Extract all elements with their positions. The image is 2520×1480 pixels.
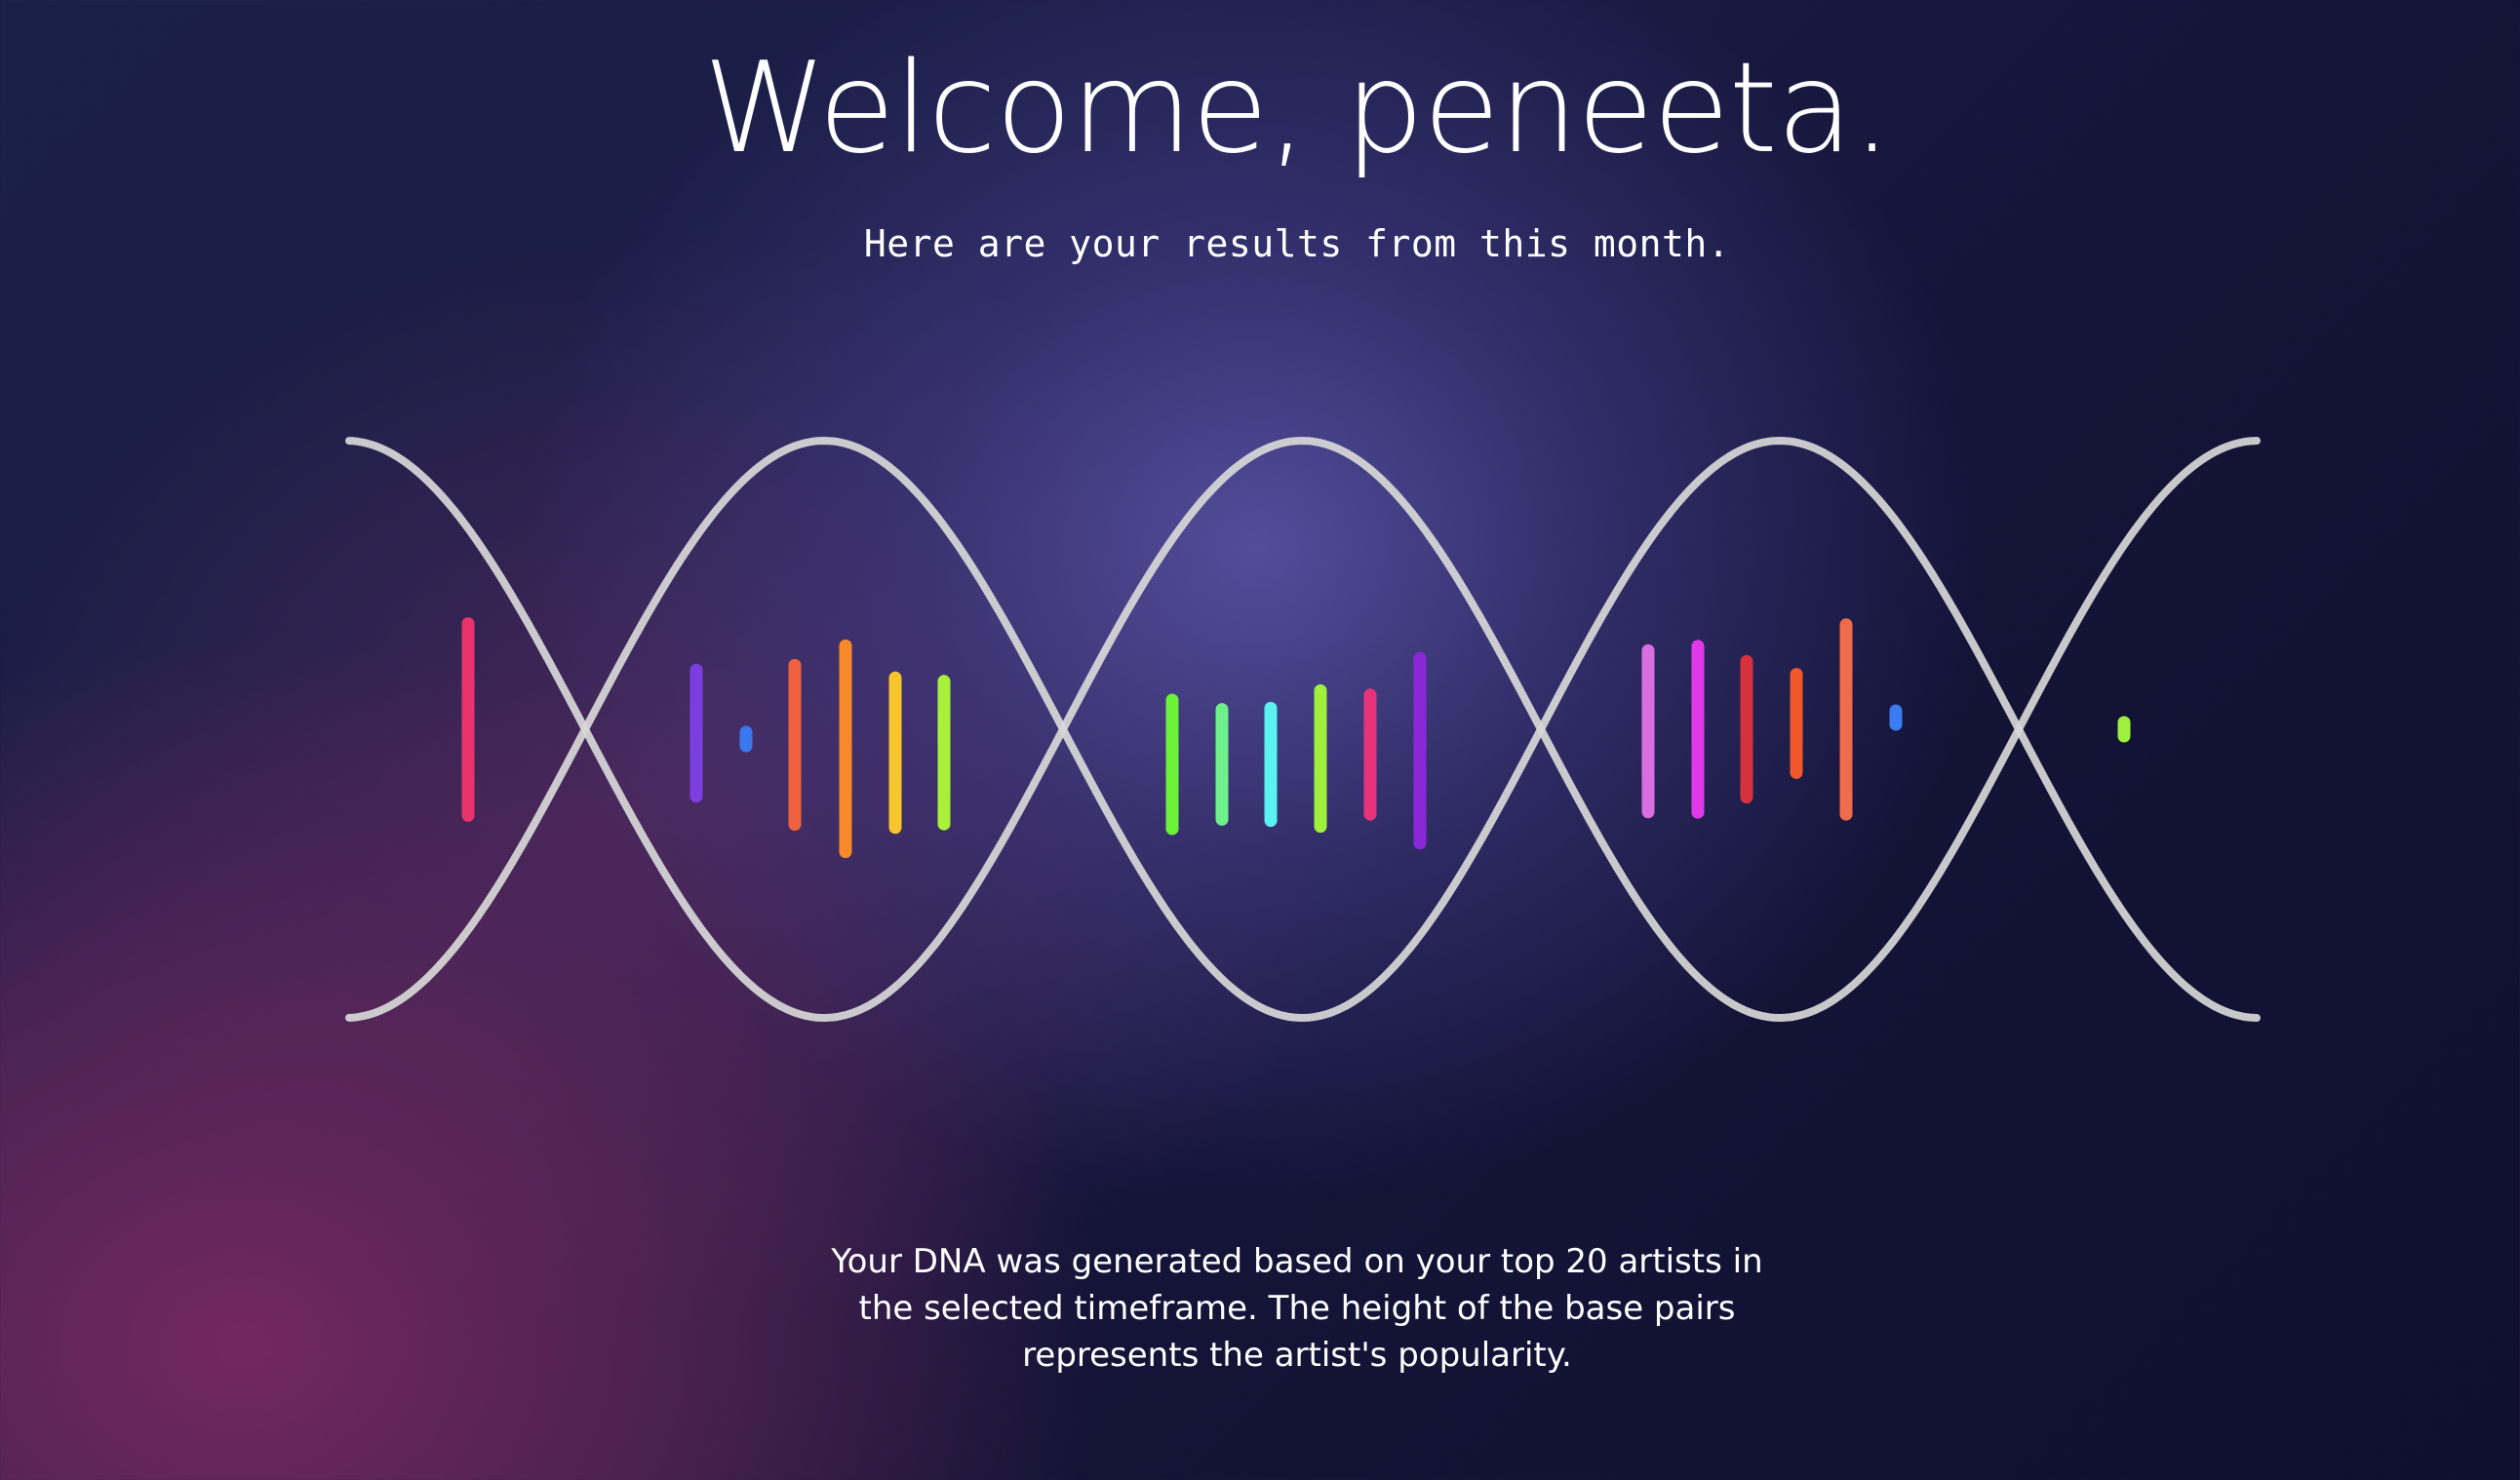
base-pairs bbox=[461, 617, 2131, 859]
strand-top bbox=[345, 436, 2261, 1023]
dna-caption: Your DNA was generated based on your top… bbox=[831, 1242, 1763, 1375]
strand-bottom bbox=[345, 436, 2261, 1023]
dna-strands bbox=[345, 436, 2261, 1023]
